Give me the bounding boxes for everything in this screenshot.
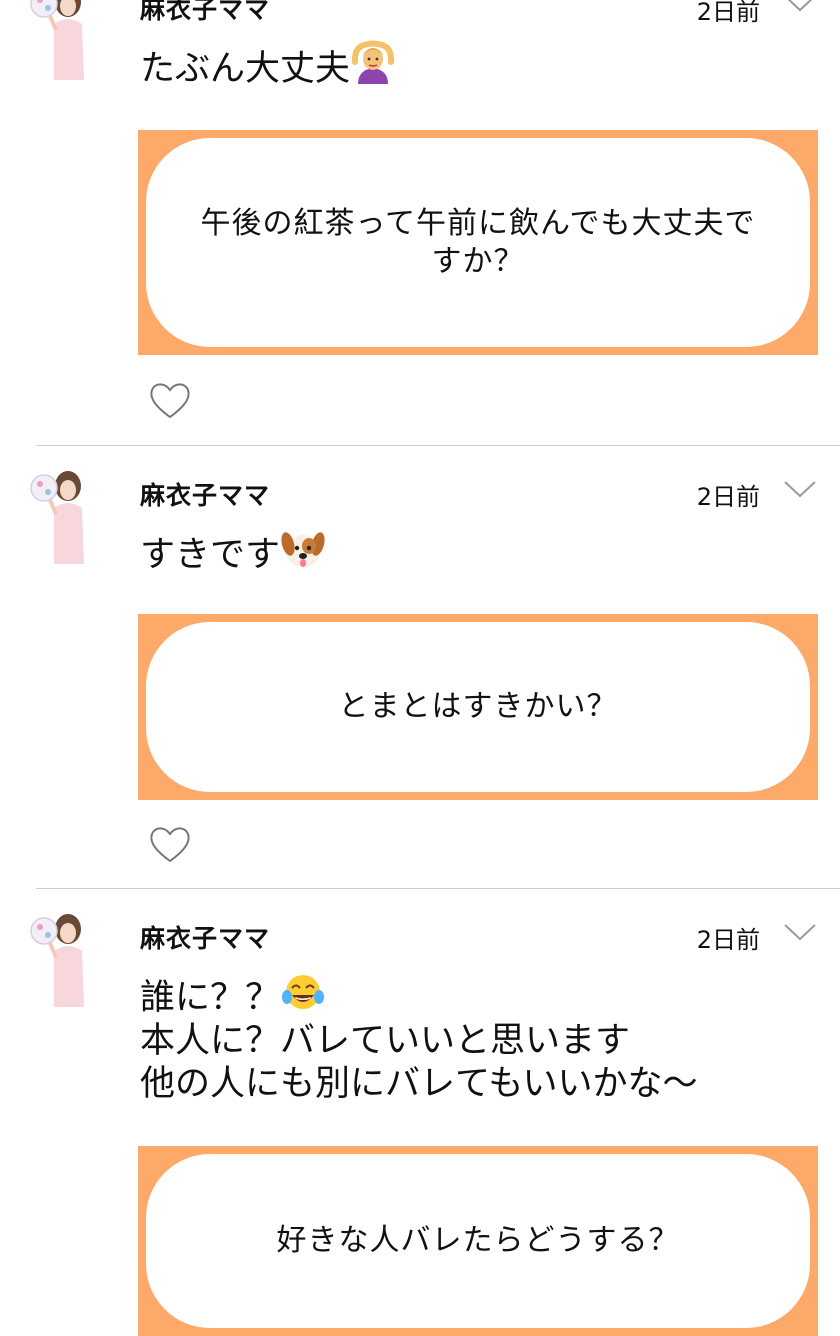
question-card-inner: 午後の紅茶って午前に飲んでも大丈夫ですか？	[146, 138, 810, 347]
heart-outline-icon[interactable]	[148, 380, 192, 420]
question-card-inner: とまとはすきかい？	[146, 622, 810, 792]
person-gesturing-ok-emoji	[351, 40, 395, 84]
username[interactable]: 麻衣子ママ	[140, 0, 270, 26]
answer-text: 誰に？？ 本人に？バレていいと思います 他の人にも別にバレてもいいかな〜	[140, 969, 800, 1106]
question-card[interactable]: 好きな人バレたらどうする？	[138, 1146, 818, 1336]
post-item: 麻衣子ママ 2日前 すきです とまとはすきかい？	[0, 446, 840, 888]
question-text: 好きな人バレたらどうする？	[276, 1223, 680, 1258]
chevron-down-icon[interactable]	[782, 921, 818, 943]
question-card[interactable]: とまとはすきかい？	[138, 614, 818, 800]
answer-text-content: すきです	[140, 535, 281, 575]
avatar[interactable]	[30, 911, 90, 1007]
answer-text-content: たぶん大丈夫	[140, 49, 351, 89]
chevron-down-icon[interactable]	[782, 478, 818, 500]
timestamp: 2日前	[696, 0, 760, 26]
chevron-down-icon[interactable]	[782, 0, 818, 14]
heart-outline-icon[interactable]	[148, 824, 192, 864]
question-text: 午後の紅茶って午前に飲んでも大丈夫ですか？	[200, 205, 756, 279]
user-avatar-photo	[30, 0, 90, 80]
avatar[interactable]	[30, 0, 90, 80]
answer-text: すきです	[140, 526, 800, 577]
answers-feed: 麻衣子ママ 2日前 たぶん大丈夫 午後の紅茶って午前に飲んでも大丈夫ですか？ 麻…	[0, 0, 840, 1336]
answer-line: 本人に？バレていいと思います	[140, 1021, 631, 1061]
question-card-inner: 好きな人バレたらどうする？	[146, 1154, 810, 1328]
tears-of-joy-emoji	[282, 975, 325, 1009]
timestamp: 2日前	[696, 926, 760, 954]
avatar[interactable]	[30, 468, 90, 564]
answer-line: 他の人にも別にバレてもいいかな〜	[140, 1064, 698, 1104]
post-item: 麻衣子ママ 2日前 誰に？？ 本人に？バレていいと思います 他の人にも別にバレて…	[0, 889, 840, 1336]
user-avatar-photo	[30, 468, 90, 564]
question-card[interactable]: 午後の紅茶って午前に飲んでも大丈夫ですか？	[138, 130, 818, 355]
post-item: 麻衣子ママ 2日前 たぶん大丈夫 午後の紅茶って午前に飲んでも大丈夫ですか？	[0, 0, 840, 445]
answer-line-text: 誰に？？	[140, 978, 281, 1018]
user-avatar-photo	[30, 911, 90, 1007]
question-text: とまとはすきかい？	[338, 689, 618, 724]
timestamp: 2日前	[696, 483, 760, 511]
answer-line: 誰に？？	[140, 969, 800, 1020]
answer-text: たぶん大丈夫	[140, 40, 800, 91]
username[interactable]: 麻衣子ママ	[140, 919, 270, 955]
username[interactable]: 麻衣子ママ	[140, 476, 270, 512]
dog-face-emoji	[281, 532, 325, 567]
